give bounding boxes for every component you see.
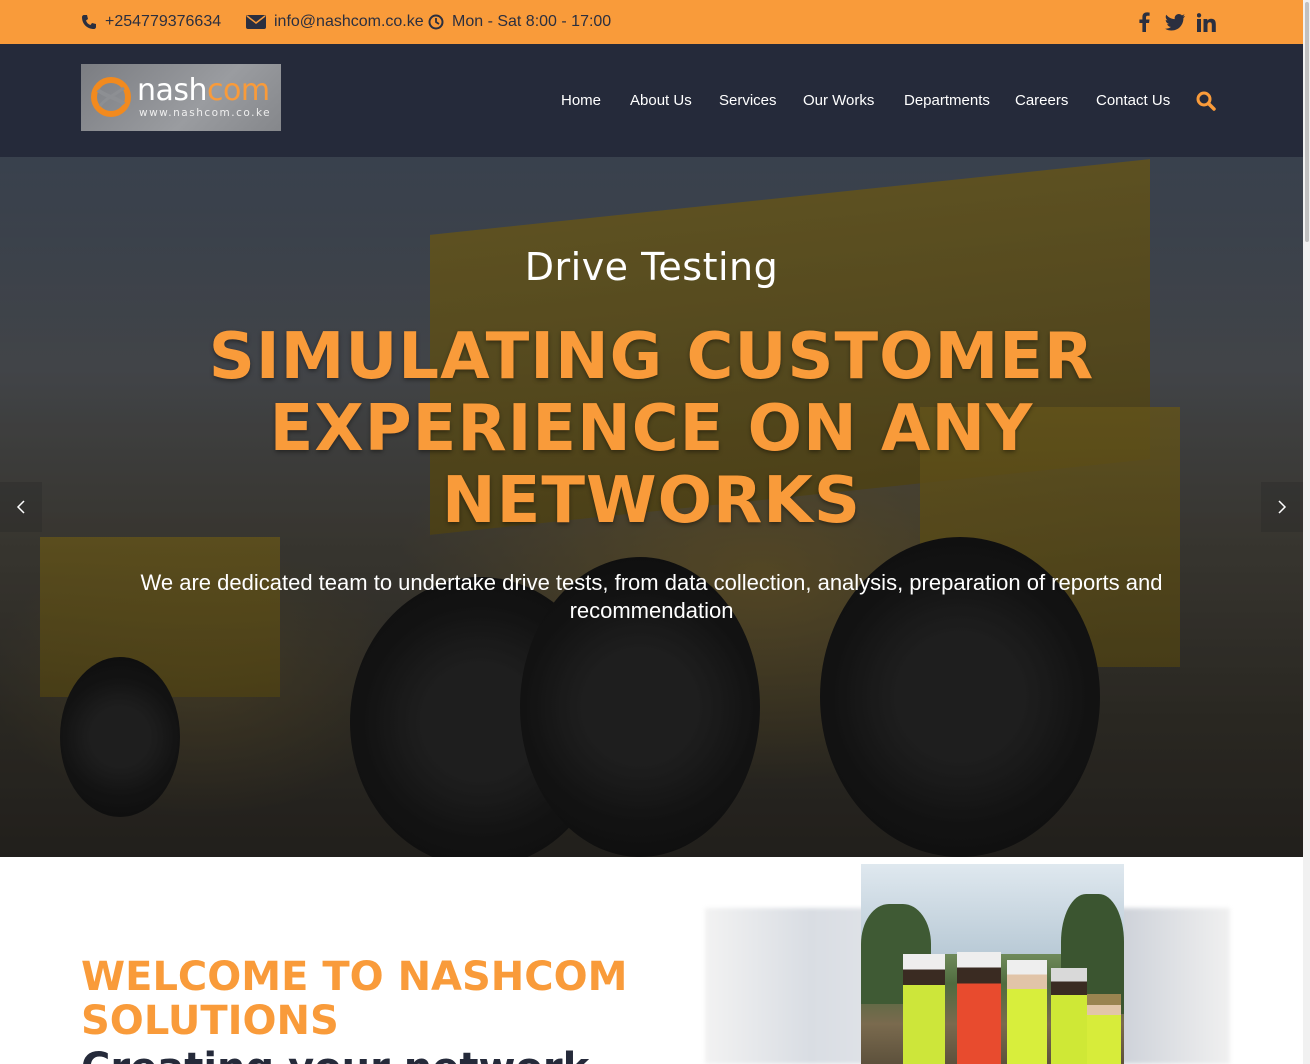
nav-item-home[interactable]: Home	[561, 44, 601, 157]
nav-item-departments[interactable]: Departments	[904, 44, 990, 157]
photo-person	[903, 954, 945, 1064]
nav-link-departments[interactable]: Departments	[904, 92, 990, 109]
site-header: nashcom www.nashcom.co.ke Home About Us …	[0, 44, 1303, 157]
chevron-right-icon	[1278, 500, 1287, 514]
photo-person	[1087, 994, 1121, 1064]
slider-next-button[interactable]	[1261, 482, 1303, 532]
welcome-heading: WELCOME TO NASHCOM SOLUTIONS	[81, 954, 628, 1044]
hero-title: SIMULATING CUSTOMER EXPERIENCE ON ANY NE…	[208, 320, 1095, 538]
facebook-icon[interactable]	[1138, 0, 1150, 44]
logo-wordmark-prefix: nash	[137, 73, 208, 108]
logo-wordmark-suffix: com	[207, 73, 270, 108]
nav-item-about-us[interactable]: About Us	[630, 44, 692, 157]
envelope-icon	[246, 15, 266, 29]
nav-link-contact-us[interactable]: Contact Us	[1096, 92, 1170, 109]
search-icon[interactable]	[1196, 91, 1216, 111]
slider-prev-button[interactable]	[0, 482, 42, 532]
nav-item-our-works[interactable]: Our Works	[803, 44, 874, 157]
chevron-left-icon	[16, 500, 25, 514]
photo-person	[1051, 968, 1087, 1064]
page-scrollbar-thumb[interactable]	[1305, 2, 1309, 242]
photo-person	[957, 952, 1001, 1064]
nav-link-careers[interactable]: Careers	[1015, 92, 1068, 109]
nav-link-home[interactable]: Home	[561, 92, 601, 109]
linkedin-icon[interactable]	[1197, 0, 1216, 44]
phone-number: +254779376634	[105, 13, 222, 30]
nav-item-services[interactable]: Services	[719, 44, 777, 157]
photo-person	[1007, 960, 1047, 1064]
logo-mark-icon	[91, 77, 131, 117]
office-hours: Mon - Sat 8:00 - 17:00	[428, 0, 611, 44]
nashcom-logo[interactable]: nashcom www.nashcom.co.ke	[81, 64, 281, 131]
hero-slider: Drive Testing SIMULATING CUSTOMER EXPERI…	[0, 157, 1303, 857]
logo-url: www.nashcom.co.ke	[139, 107, 272, 119]
hours-text: Mon - Sat 8:00 - 17:00	[452, 13, 612, 30]
nav-link-services[interactable]: Services	[719, 92, 777, 109]
nav-item-contact-us[interactable]: Contact Us	[1096, 44, 1170, 157]
phone-contact[interactable]: +254779376634	[81, 0, 221, 44]
nav-link-our-works[interactable]: Our Works	[803, 92, 874, 109]
email-contact[interactable]: info@nashcom.co.ke	[246, 0, 424, 44]
hero-description: We are dedicated team to undertake drive…	[140, 570, 1163, 623]
nav-link-about-us[interactable]: About Us	[630, 92, 692, 109]
nav-item-careers[interactable]: Careers	[1015, 44, 1068, 157]
team-photo	[861, 864, 1124, 1064]
search-button[interactable]	[1196, 44, 1216, 157]
hero-subtitle: Drive Testing	[524, 245, 779, 289]
logo-wordmark: nashcom	[137, 75, 270, 107]
welcome-subheading: Creating your network	[81, 1046, 681, 1064]
phone-icon	[82, 15, 96, 29]
email-address: info@nashcom.co.ke	[274, 13, 424, 30]
top-bar: +254779376634 info@nashcom.co.ke Mon - S…	[0, 0, 1303, 44]
twitter-icon[interactable]	[1165, 0, 1185, 44]
clock-icon	[428, 14, 444, 30]
